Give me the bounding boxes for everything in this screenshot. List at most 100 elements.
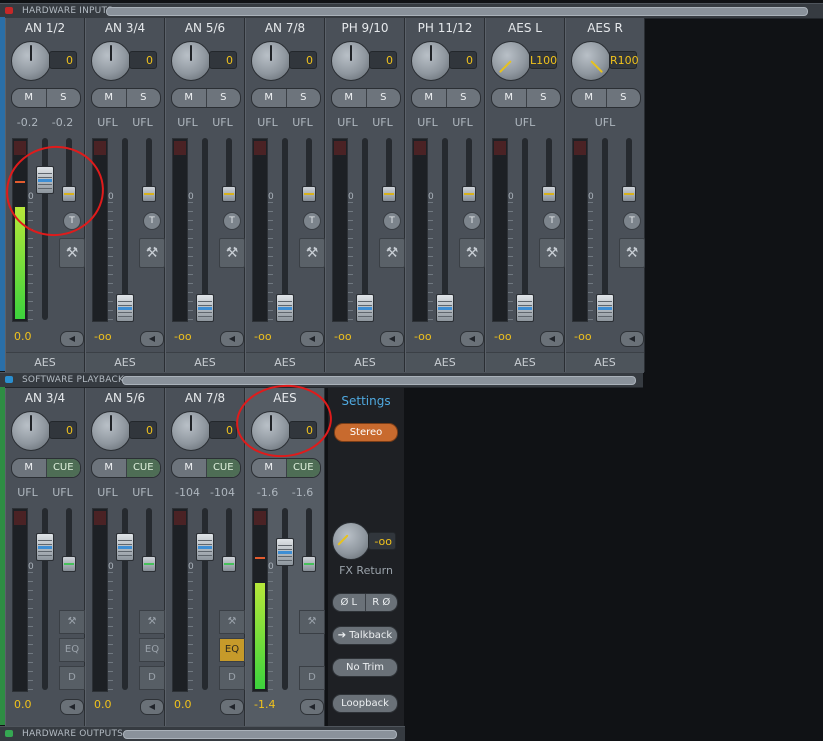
pan-knob[interactable] xyxy=(91,411,131,451)
left-arrow-icon[interactable]: ◀ xyxy=(300,331,324,347)
volume-value[interactable]: -oo xyxy=(414,330,460,344)
send-fader-cap[interactable] xyxy=(222,186,236,202)
fader-track[interactable] xyxy=(122,138,128,320)
left-arrow-icon[interactable]: ◀ xyxy=(140,331,164,347)
fader-track[interactable] xyxy=(602,138,608,320)
left-arrow-icon[interactable]: ◀ xyxy=(300,699,324,715)
pan-knob[interactable] xyxy=(251,41,291,81)
solo-button[interactable]: S xyxy=(365,89,401,107)
send-fader-cap[interactable] xyxy=(542,186,556,202)
left-arrow-icon[interactable]: ◀ xyxy=(220,699,244,715)
send-fader-cap[interactable] xyxy=(302,556,316,572)
channel-name[interactable]: AN 7/8 xyxy=(246,21,324,35)
trim-icon[interactable]: T xyxy=(463,212,481,230)
send-fader-cap[interactable] xyxy=(462,186,476,202)
pan-knob[interactable] xyxy=(171,41,211,81)
volume-value[interactable]: 0.0 xyxy=(14,330,60,344)
pan-value[interactable]: 0 xyxy=(209,51,237,69)
mute-button[interactable]: M xyxy=(172,459,206,477)
pan-value[interactable]: 0 xyxy=(49,51,77,69)
send-fader-cap[interactable] xyxy=(622,186,636,202)
fader-track[interactable] xyxy=(282,508,288,690)
fader-cap[interactable] xyxy=(36,533,54,561)
volume-value[interactable]: -oo xyxy=(94,330,140,344)
cue-button[interactable]: CUE xyxy=(285,459,320,477)
mute-button[interactable]: M xyxy=(12,89,46,107)
pan-knob[interactable] xyxy=(91,41,131,81)
volume-value[interactable]: -oo xyxy=(334,330,380,344)
send-fader-cap[interactable] xyxy=(142,556,156,572)
channel-name[interactable]: AN 7/8 xyxy=(166,391,244,405)
left-arrow-icon[interactable]: ◀ xyxy=(540,331,564,347)
mute-button[interactable]: M xyxy=(572,89,606,107)
fader-cap[interactable] xyxy=(116,294,134,322)
fx-return-value[interactable]: -oo xyxy=(368,532,396,550)
hardware-inputs-scrollbar[interactable] xyxy=(106,7,808,16)
cue-button[interactable]: CUE xyxy=(45,459,80,477)
wrench-icon[interactable]: ⚒ xyxy=(539,238,565,268)
wrench-icon[interactable]: ⚒ xyxy=(459,238,485,268)
channel-name[interactable]: PH 11/12 xyxy=(406,21,484,35)
channel-name[interactable]: AES R xyxy=(566,21,644,35)
pan-knob[interactable] xyxy=(571,41,611,81)
trim-icon[interactable]: T xyxy=(623,212,641,230)
pan-value[interactable]: 0 xyxy=(129,51,157,69)
output-assign[interactable]: AES xyxy=(566,352,644,373)
channel-name[interactable]: AN 1/2 xyxy=(6,21,84,35)
stereo-button[interactable]: Stereo xyxy=(334,423,398,442)
pan-knob[interactable] xyxy=(491,41,531,81)
solo-button[interactable]: S xyxy=(125,89,161,107)
trim-icon[interactable]: T xyxy=(143,212,161,230)
volume-value[interactable]: -oo xyxy=(174,330,220,344)
cue-button[interactable]: CUE xyxy=(125,459,160,477)
dynamics-button[interactable]: D xyxy=(219,666,245,690)
dynamics-button[interactable]: D xyxy=(59,666,85,690)
trim-icon[interactable]: T xyxy=(303,212,321,230)
pan-knob[interactable] xyxy=(171,411,211,451)
volume-value[interactable]: -oo xyxy=(254,330,300,344)
software-playback-scrollbar[interactable] xyxy=(122,376,636,385)
wrench-icon[interactable]: ⚒ xyxy=(139,610,165,634)
left-arrow-icon[interactable]: ◀ xyxy=(460,331,484,347)
pan-value[interactable]: 0 xyxy=(449,51,477,69)
mute-button[interactable]: M xyxy=(92,459,126,477)
volume-value[interactable]: 0.0 xyxy=(174,698,220,712)
fader-track[interactable] xyxy=(522,138,528,320)
output-assign[interactable]: AES xyxy=(6,352,84,373)
fx-return-knob[interactable] xyxy=(332,522,370,560)
phase-left-button[interactable]: Ø L xyxy=(333,594,366,611)
mute-button[interactable]: M xyxy=(92,89,126,107)
loopback-button[interactable]: Loopback xyxy=(332,694,398,713)
channel-name[interactable]: PH 9/10 xyxy=(326,21,404,35)
mute-button[interactable]: M xyxy=(252,459,286,477)
left-arrow-icon[interactable]: ◀ xyxy=(620,331,644,347)
trim-icon[interactable]: T xyxy=(543,212,561,230)
left-arrow-icon[interactable]: ◀ xyxy=(380,331,404,347)
pan-value[interactable]: R100 xyxy=(609,51,639,69)
fader-cap[interactable] xyxy=(196,533,214,561)
hardware-outputs-scrollbar[interactable] xyxy=(123,730,397,739)
fader-track[interactable] xyxy=(362,138,368,320)
wrench-icon[interactable]: ⚒ xyxy=(379,238,405,268)
solo-button[interactable]: S xyxy=(605,89,641,107)
send-fader-cap[interactable] xyxy=(382,186,396,202)
channel-name[interactable]: AES L xyxy=(486,21,564,35)
wrench-icon[interactable]: ⚒ xyxy=(219,610,245,634)
trim-icon[interactable]: T xyxy=(383,212,401,230)
eq-button[interactable]: EQ xyxy=(219,638,245,662)
talkback-button[interactable]: ➔ Talkback xyxy=(332,626,398,645)
eq-button[interactable]: EQ xyxy=(59,638,85,662)
send-fader-cap[interactable] xyxy=(62,556,76,572)
pan-value[interactable]: 0 xyxy=(369,51,397,69)
output-assign[interactable]: AES xyxy=(486,352,564,373)
cue-button[interactable]: CUE xyxy=(205,459,240,477)
left-arrow-icon[interactable]: ◀ xyxy=(140,699,164,715)
output-assign[interactable]: AES xyxy=(326,352,404,373)
send-fader-cap[interactable] xyxy=(222,556,236,572)
pan-value[interactable]: L100 xyxy=(529,51,557,69)
wrench-icon[interactable]: ⚒ xyxy=(139,238,165,268)
fader-track[interactable] xyxy=(442,138,448,320)
wrench-icon[interactable]: ⚒ xyxy=(619,238,645,268)
no-trim-button[interactable]: No Trim xyxy=(332,658,398,677)
fader-cap[interactable] xyxy=(516,294,534,322)
